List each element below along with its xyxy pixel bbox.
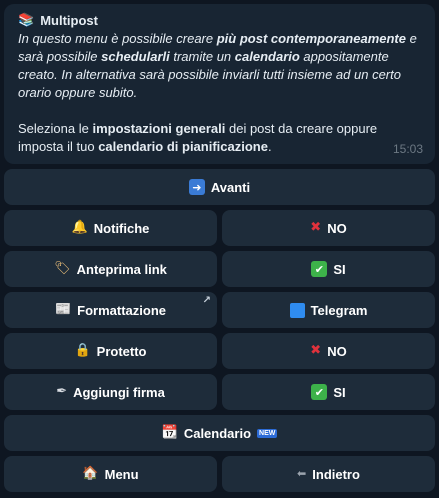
message-line bbox=[18, 102, 423, 120]
protetto-label: Protetto bbox=[96, 343, 147, 359]
menu-button[interactable]: 🏠 Menu bbox=[4, 456, 217, 492]
red-x-icon: ✖ bbox=[310, 343, 322, 358]
message-text-span: calendario di pianificazione bbox=[98, 139, 268, 154]
avanti-button[interactable]: ➜ Avanti bbox=[4, 169, 435, 205]
calendario-button[interactable]: 📆 Calendario NEW bbox=[4, 415, 435, 451]
new-badge-icon: NEW bbox=[257, 428, 278, 438]
back-arrow-icon: ⬅ bbox=[297, 467, 307, 480]
formattazione-button[interactable]: 📰 Formattazione ↗ bbox=[4, 292, 217, 328]
firma-label: Aggiungi firma bbox=[73, 384, 165, 400]
red-x-icon: ✖ bbox=[310, 220, 322, 235]
protetto-button[interactable]: 🔒 Protetto bbox=[4, 333, 217, 369]
message-line: Seleziona le impostazioni generali dei p… bbox=[18, 120, 423, 138]
indietro-label: Indietro bbox=[312, 466, 360, 482]
label-tag-icon: 🏷 bbox=[54, 261, 71, 276]
message-text-span: tramite un bbox=[169, 49, 235, 64]
anteprima-link-button[interactable]: 🏷 Anteprima link bbox=[4, 251, 217, 287]
message-text-span: orario oppure subito. bbox=[18, 85, 138, 100]
protetto-value-label: NO bbox=[327, 343, 347, 359]
calendario-label: Calendario bbox=[183, 425, 252, 441]
formattazione-value-button[interactable]: Telegram bbox=[222, 292, 435, 328]
notifiche-value-label: NO bbox=[327, 220, 347, 236]
message-text-span: In questo menu è possibile creare bbox=[18, 31, 217, 46]
lock-icon: 🔒 bbox=[74, 343, 91, 358]
blue-square-icon bbox=[289, 302, 305, 318]
message-text-span: dei post da creare oppure bbox=[225, 121, 378, 136]
message-line: orario oppure subito. bbox=[18, 84, 423, 102]
formattazione-value-label: Telegram bbox=[310, 302, 368, 318]
message-text-span: e bbox=[405, 31, 417, 46]
newspaper-icon: 📰 bbox=[54, 302, 72, 317]
message-text-span: imposta il tuo bbox=[18, 139, 99, 154]
protetto-value-button[interactable]: ✖ NO bbox=[222, 333, 435, 369]
message-line: sarà possibile schedularli tramite un ca… bbox=[18, 48, 423, 66]
menu-label: Menu bbox=[104, 466, 139, 482]
message-text-span: creato. In alternativa sarà possibile in… bbox=[18, 67, 401, 82]
anteprima-value-label: SI bbox=[333, 261, 346, 277]
formattazione-label: Formattazione bbox=[77, 302, 167, 318]
green-check-icon: ✔ bbox=[311, 261, 328, 277]
avanti-label: Avanti bbox=[210, 179, 251, 195]
house-icon: 🏠 bbox=[82, 466, 99, 481]
message-bubble: 📚 Multipost In questo menu è possibile c… bbox=[4, 4, 435, 164]
message-text-span: calendario bbox=[234, 49, 300, 64]
message-text-span: impostazioni generali bbox=[92, 121, 226, 136]
message-title: Multipost bbox=[40, 13, 98, 28]
right-arrow-icon: ➜ bbox=[188, 179, 205, 195]
pen-icon: ✒ bbox=[56, 384, 68, 399]
aggiungi-firma-button[interactable]: ✒ Aggiungi firma bbox=[4, 374, 217, 410]
anteprima-value-button[interactable]: ✔ SI bbox=[222, 251, 435, 287]
indietro-button[interactable]: ⬅ Indietro bbox=[222, 456, 435, 492]
message-text-span: Seleziona le bbox=[18, 121, 93, 136]
message-body: In questo menu è possibile creare più po… bbox=[18, 30, 423, 156]
anteprima-label: Anteprima link bbox=[76, 261, 167, 277]
firma-value-button[interactable]: ✔ SI bbox=[222, 374, 435, 410]
books-icon: 📚 bbox=[18, 13, 35, 28]
message-title-row: 📚 Multipost bbox=[18, 12, 423, 30]
bell-icon: 🔔 bbox=[71, 220, 88, 235]
message-text-span: più post contemporaneamente bbox=[216, 31, 406, 46]
firma-value-label: SI bbox=[333, 384, 346, 400]
message-time: 15:03 bbox=[392, 142, 423, 156]
message-text-span: appositamente bbox=[299, 49, 389, 64]
message-text-span: schedularli bbox=[101, 49, 170, 64]
open-arrow-icon: ↗ bbox=[202, 295, 211, 306]
message-line: In questo menu è possibile creare più po… bbox=[18, 30, 423, 48]
green-check-icon: ✔ bbox=[311, 384, 328, 400]
message-text-span: sarà possibile bbox=[18, 49, 102, 64]
calendar-icon: 📆 bbox=[161, 425, 178, 440]
message-text-span: . bbox=[267, 139, 272, 154]
notifiche-label: Notifiche bbox=[93, 220, 150, 236]
message-line: creato. In alternativa sarà possibile in… bbox=[18, 66, 423, 84]
message-line: imposta il tuo calendario di pianificazi… bbox=[18, 138, 423, 156]
notifiche-button[interactable]: 🔔 Notifiche bbox=[4, 210, 217, 246]
notifiche-value-button[interactable]: ✖ NO bbox=[222, 210, 435, 246]
